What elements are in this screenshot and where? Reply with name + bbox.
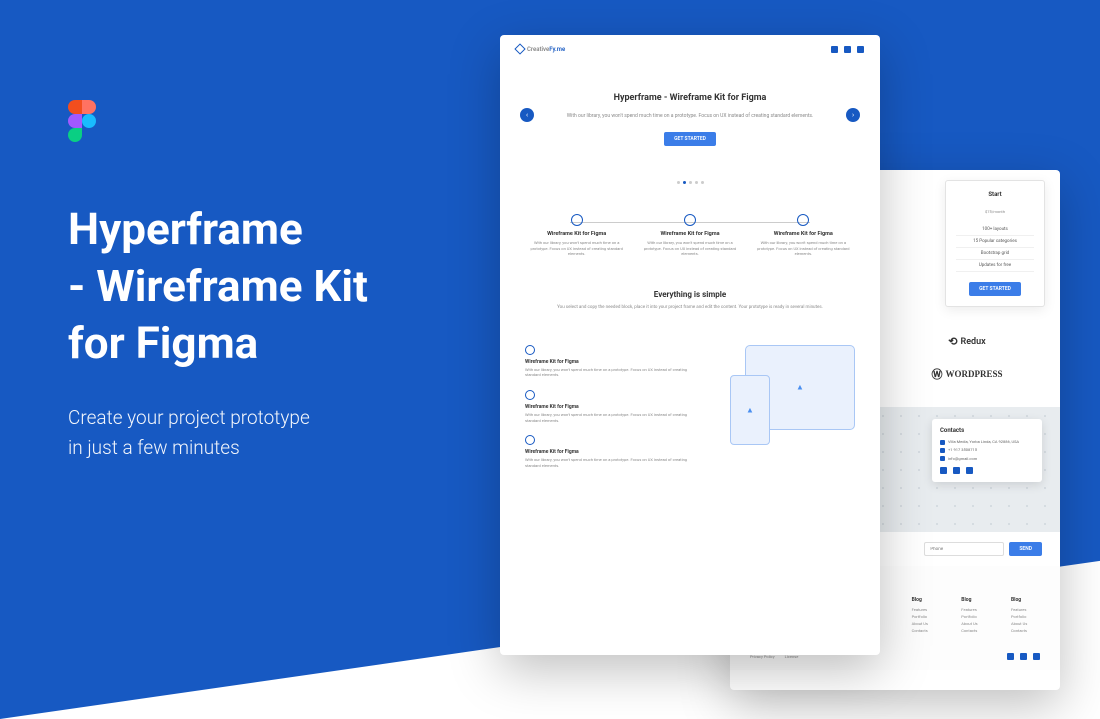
twitter-icon[interactable] <box>966 467 973 474</box>
footer-link[interactable]: Portfolio <box>912 614 928 619</box>
dot[interactable] <box>695 181 698 184</box>
mockup-front: CreativeFy.me ‹ › Hyperframe - Wireframe… <box>500 35 880 655</box>
footer-column: Blog Features Portfolio About Us Contacts <box>1011 597 1027 635</box>
image-placeholder-icon: ▲ <box>796 383 804 392</box>
contact-title: Contacts <box>940 427 1034 434</box>
twitter-icon[interactable] <box>1033 653 1040 660</box>
footer-link[interactable]: Contacts <box>961 628 977 633</box>
footer-link[interactable]: About Us <box>961 621 977 626</box>
hero-section: ‹ › Hyperframe - Wireframe Kit for Figma… <box>500 63 880 166</box>
plan-name: Start <box>956 191 1034 198</box>
mail-icon <box>940 456 945 461</box>
plan-features: 100+ layouts 15 Popular categories Boots… <box>956 224 1034 272</box>
pin-icon <box>940 440 945 445</box>
instagram-icon[interactable] <box>953 467 960 474</box>
facebook-icon[interactable] <box>831 46 838 53</box>
dot[interactable] <box>677 181 680 184</box>
footer-link[interactable]: Contacts <box>912 628 928 633</box>
hero-left: Hyperframe- Wireframe Kitfor Figma Creat… <box>68 100 488 463</box>
feature-icon <box>571 214 583 226</box>
item-icon <box>525 390 535 400</box>
logo[interactable]: CreativeFy.me <box>516 45 565 53</box>
carousel-next-button[interactable]: › <box>846 108 860 122</box>
facebook-icon[interactable] <box>940 467 947 474</box>
phone-input[interactable] <box>924 542 1004 556</box>
twitter-icon[interactable] <box>857 46 864 53</box>
list-item: Wireframe Kit for FigmaWith our library,… <box>525 345 700 378</box>
footer-link[interactable]: About Us <box>912 621 928 626</box>
main-title: Hyperframe- Wireframe Kitfor Figma <box>68 201 488 373</box>
facebook-icon[interactable] <box>1007 653 1014 660</box>
list-item: Wireframe Kit for FigmaWith our library,… <box>525 435 700 468</box>
contact-socials <box>940 467 1034 474</box>
send-button[interactable]: SEND <box>1009 542 1042 556</box>
footer-col-title: Blog <box>1011 597 1027 603</box>
plan-price: $75/month <box>956 203 1034 216</box>
footer-link[interactable]: About Us <box>1011 621 1027 626</box>
footer-link[interactable]: Portfolio <box>1011 614 1027 619</box>
brand-wordpress: ⓌWORDPRESS <box>904 366 1030 382</box>
footer-link[interactable]: Features <box>1011 607 1027 612</box>
hero-desc: With our library, you won't spend much t… <box>560 113 820 121</box>
phone-mockup: ▲ <box>730 375 770 445</box>
image-placeholder-icon: ▲ <box>746 405 754 414</box>
instagram-icon[interactable] <box>844 46 851 53</box>
carousel-dots <box>500 166 880 199</box>
footer-socials <box>1007 653 1040 660</box>
simple-section: Everything is simple You select and copy… <box>500 272 880 330</box>
get-started-button[interactable]: GET STARTED <box>664 132 716 146</box>
main-subtitle: Create your project prototypein just a f… <box>68 403 488 464</box>
logo-icon <box>514 43 525 54</box>
instagram-icon[interactable] <box>1020 653 1027 660</box>
footer-link[interactable]: Portfolio <box>961 614 977 619</box>
feature-item: Wireframe Kit for FigmaWith our library,… <box>525 214 628 257</box>
contact-card: Contacts Villa Media, Yorba Linda, CA 92… <box>932 419 1042 482</box>
features-row: Wireframe Kit for FigmaWith our library,… <box>500 199 880 272</box>
plan-cta-button[interactable]: GET STARTED <box>969 282 1021 296</box>
footer-col-title: Blog <box>912 597 928 603</box>
contact-address: Villa Media, Yorba Linda, CA 92886, USA <box>940 439 1034 445</box>
dot-active[interactable] <box>683 181 686 184</box>
item-icon <box>525 345 535 355</box>
footer-link[interactable]: Contacts <box>1011 628 1027 633</box>
device-mockups: ▲ ▲ <box>715 345 855 445</box>
feature-icon <box>797 214 809 226</box>
feature-icon <box>684 214 696 226</box>
section-title: Everything is simple <box>530 290 850 299</box>
mockups-container: CreativeFy.me ‹ › Hyperframe - Wireframe… <box>500 35 1060 690</box>
social-links <box>831 46 864 53</box>
mockup-header: CreativeFy.me <box>500 35 880 63</box>
feature-item: Wireframe Kit for FigmaWith our library,… <box>752 214 855 257</box>
contact-email: info@gmail.com <box>940 456 1034 462</box>
footer-link[interactable]: Features <box>961 607 977 612</box>
phone-icon <box>940 448 945 453</box>
footer-column: Blog Features Portfolio About Us Contacts <box>912 597 928 635</box>
figma-icon <box>68 100 96 142</box>
hero-title: Hyperframe - Wireframe Kit for Figma <box>560 93 820 105</box>
brand-redux: ⟲Redux <box>904 335 1030 348</box>
devices-section: Wireframe Kit for FigmaWith our library,… <box>500 330 880 496</box>
carousel-prev-button[interactable]: ‹ <box>520 108 534 122</box>
item-icon <box>525 435 535 445</box>
footer-col-title: Blog <box>961 597 977 603</box>
contact-phone: +1 917 3508715 <box>940 447 1034 453</box>
feature-item: Wireframe Kit for FigmaWith our library,… <box>638 214 741 257</box>
list-item: Wireframe Kit for FigmaWith our library,… <box>525 390 700 423</box>
footer-column: Blog Features Portfolio About Us Contacts <box>961 597 977 635</box>
device-list: Wireframe Kit for FigmaWith our library,… <box>525 345 700 481</box>
dot[interactable] <box>689 181 692 184</box>
pricing-card: Start $75/month 100+ layouts 15 Popular … <box>945 180 1045 307</box>
dot[interactable] <box>701 181 704 184</box>
section-desc: You select and copy the needed block, pl… <box>530 305 850 312</box>
footer-link[interactable]: Features <box>912 607 928 612</box>
